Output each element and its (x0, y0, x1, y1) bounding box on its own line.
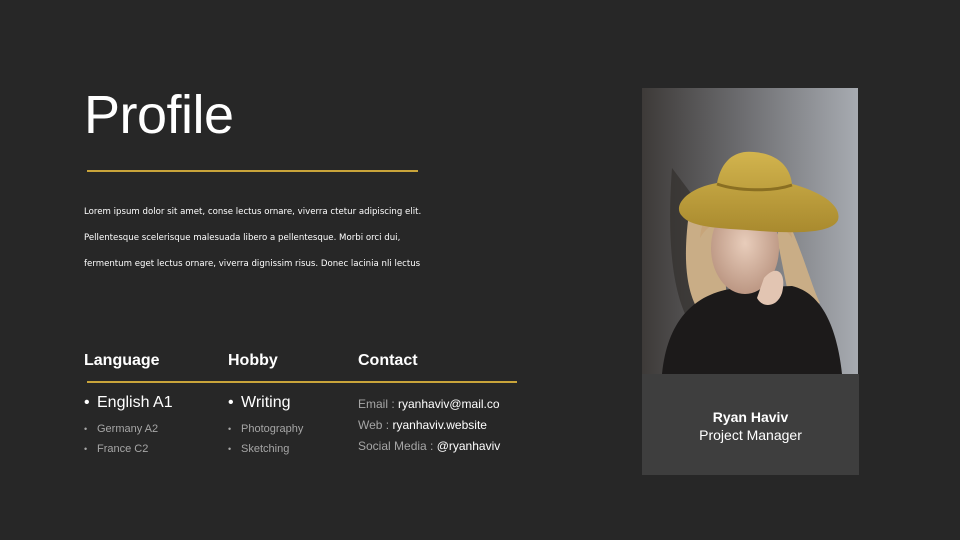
intro-line: Pellentesque scelerisque malesuada liber… (84, 233, 401, 243)
language-item: France C2 (84, 439, 173, 459)
language-heading: Language (84, 352, 160, 369)
contact-social-label: Social Media : (358, 439, 437, 453)
language-primary: English A1 (84, 393, 173, 413)
title-divider (87, 170, 418, 172)
portrait-photo-icon (642, 88, 858, 374)
contact-web: Web : ryanhaviv.website (358, 415, 500, 436)
contact-email: Email : ryanhaviv@mail.co (358, 394, 500, 415)
contact-web-value[interactable]: ryanhaviv.website (392, 418, 487, 432)
hobby-heading: Hobby (228, 352, 278, 369)
contact-list: Email : ryanhaviv@mail.co Web : ryanhavi… (358, 394, 500, 457)
profile-card: Ryan Haviv Project Manager (642, 374, 859, 475)
contact-email-value[interactable]: ryanhaviv@mail.co (398, 397, 500, 411)
contact-email-label: Email : (358, 397, 399, 411)
person-name: Ryan Haviv (712, 409, 789, 425)
person-role: Project Manager (699, 427, 802, 443)
hobby-list: Writing Photography Sketching (228, 393, 303, 459)
hobby-item: Photography (228, 419, 303, 439)
intro-line: Lorem ipsum dolor sit amet, conse lectus… (84, 207, 422, 217)
intro-line: fermentum eget lectus ornare, viverra di… (84, 259, 421, 269)
contact-social: Social Media : @ryanhaviv (358, 436, 500, 457)
intro-text: Lorem ipsum dolor sit amet, conse lectus… (84, 199, 444, 277)
page-title: Profile (84, 85, 234, 145)
language-list: English A1 Germany A2 France C2 (84, 393, 173, 459)
language-item: Germany A2 (84, 419, 173, 439)
contact-social-value[interactable]: @ryanhaviv (437, 439, 501, 453)
section-divider (87, 381, 517, 383)
contact-web-label: Web : (358, 418, 393, 432)
contact-heading: Contact (358, 352, 418, 369)
hobby-primary: Writing (228, 393, 303, 413)
hobby-item: Sketching (228, 439, 303, 459)
